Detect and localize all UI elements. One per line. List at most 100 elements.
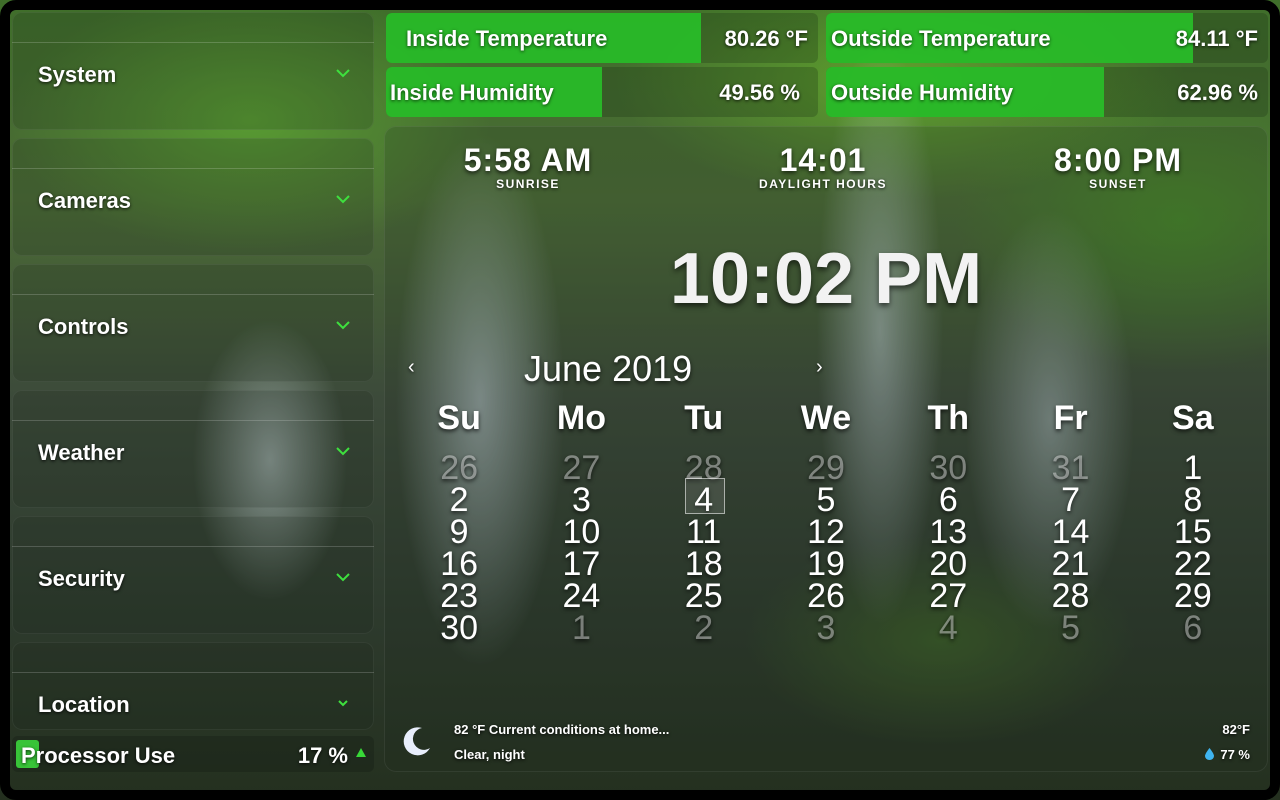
calendar-day[interactable]: 7 (1009, 483, 1131, 517)
calendar-day[interactable]: 11 (643, 515, 765, 549)
calendar-day[interactable]: 17 (520, 547, 642, 581)
sidebar-item-label: Controls (38, 314, 129, 339)
calendar-day[interactable]: 27 (887, 579, 1009, 613)
calendar-day[interactable]: 3 (765, 611, 887, 645)
calendar-day[interactable]: 22 (1132, 547, 1254, 581)
sunrise-block: 5:58 AM SUNRISE (418, 142, 638, 191)
sidebar-item-label: Cameras (38, 188, 131, 213)
calendar-day[interactable]: 10 (520, 515, 642, 549)
sensor-label: Outside Temperature (831, 26, 1051, 51)
moon-icon (400, 724, 434, 758)
calendar-day[interactable]: 3 (520, 483, 642, 517)
divider (12, 546, 374, 547)
outside-humidity-sensor[interactable]: Outside Humidity 62.96 % (826, 67, 1268, 117)
processor-use-bar: Processor Use 17 % (12, 736, 374, 772)
clock-time: 10:02 PM (669, 239, 983, 319)
daylight-block: 14:01 DAYLIGHT HOURS (713, 142, 933, 191)
sidebar-item-controls[interactable]: Controls (12, 264, 374, 382)
calendar-day[interactable]: 31 (1009, 451, 1131, 485)
chevron-down-icon[interactable] (334, 190, 352, 208)
calendar-day[interactable]: 19 (765, 547, 887, 581)
sensor-label: Inside Temperature (406, 26, 608, 51)
calendar-day[interactable]: 24 (520, 579, 642, 613)
calendar-day[interactable]: 30 (887, 451, 1009, 485)
sidebar-item-location[interactable]: Location (12, 642, 374, 730)
calendar-day[interactable]: 2 (643, 611, 765, 645)
sunset-block: 8:00 PM SUNSET (1008, 142, 1228, 191)
calendar-day[interactable]: 6 (1132, 611, 1254, 645)
calendar-day[interactable]: 26 (398, 451, 520, 485)
calendar-day[interactable]: 1 (1132, 451, 1254, 485)
sunset-time: 8:00 PM (1054, 142, 1182, 178)
prev-month-button[interactable]: ‹ (408, 356, 415, 379)
calendar-day[interactable]: 2 (398, 483, 520, 517)
outside-temperature-sensor[interactable]: Outside Temperature 84.11 °F (826, 13, 1268, 63)
calendar-day[interactable]: 27 (520, 451, 642, 485)
calendar-header: ‹ June 2019 › (384, 346, 1268, 390)
trend-up-icon (356, 748, 366, 757)
sidebar-item-cameras[interactable]: Cameras (12, 138, 374, 256)
calendar-day[interactable]: 15 (1132, 515, 1254, 549)
inside-temperature-sensor[interactable]: Inside Temperature 80.26 °F (386, 13, 818, 63)
calendar-day[interactable]: 1 (520, 611, 642, 645)
processor-use-value: 17 % (297, 743, 348, 768)
calendar-day[interactable]: 29 (1132, 579, 1254, 613)
calendar-day[interactable]: 16 (398, 547, 520, 581)
sensor-value: 80.26 °F (724, 26, 808, 51)
divider (12, 168, 374, 169)
calendar-day[interactable]: 29 (765, 451, 887, 485)
weather-bar: 82 °F Current conditions at home... Clea… (384, 710, 1268, 772)
sensor-value: 62.96 % (1177, 80, 1258, 105)
sensor-value: 84.11 °F (1175, 26, 1258, 51)
calendar-day[interactable]: 4 (887, 611, 1009, 645)
daylight-label: DAYLIGHT HOURS (759, 177, 887, 191)
clock-calendar-card: 5:58 AM SUNRISE 14:01 DAYLIGHT HOURS 8:0… (384, 126, 1268, 772)
weekday-header: Su (437, 399, 481, 437)
weekday-header: Mo (556, 399, 606, 437)
weekday-header: We (800, 399, 852, 437)
weekday-header: Fr (1053, 399, 1088, 437)
weekday-header: Tu (684, 399, 724, 437)
calendar-day[interactable]: 5 (1009, 611, 1131, 645)
calendar-day[interactable]: 25 (643, 579, 765, 613)
calendar-day[interactable]: 20 (887, 547, 1009, 581)
chevron-down-icon[interactable] (334, 316, 352, 334)
calendar-day[interactable]: 14 (1009, 515, 1131, 549)
sidebar-item-security[interactable]: Security (12, 516, 374, 634)
chevron-down-icon[interactable] (334, 568, 352, 586)
chevron-down-icon[interactable] (334, 64, 352, 82)
calendar-day[interactable]: 6 (887, 483, 1009, 517)
next-month-button[interactable]: › (816, 356, 823, 379)
processor-use-label: Processor Use (21, 743, 176, 768)
calendar-month-title: June 2019 (524, 348, 693, 389)
divider (12, 42, 374, 43)
calendar-day[interactable]: 13 (887, 515, 1009, 549)
calendar-day[interactable]: 18 (643, 547, 765, 581)
divider (12, 294, 374, 295)
calendar-day[interactable]: 23 (398, 579, 520, 613)
weekday-header: Th (927, 399, 970, 437)
calendar-day[interactable]: 8 (1132, 483, 1254, 517)
sunrise-time: 5:58 AM (463, 142, 593, 178)
inside-humidity-sensor[interactable]: Inside Humidity 49.56 % (386, 67, 818, 117)
calendar-day[interactable]: 30 (398, 611, 520, 645)
sidebar-item-system[interactable]: System (12, 12, 374, 130)
calendar-day[interactable]: 26 (765, 579, 887, 613)
weather-humidity-row: 77 % (1205, 747, 1250, 762)
calendar-day[interactable]: 21 (1009, 547, 1131, 581)
sidebar-item-label: Weather (38, 440, 125, 465)
calendar-day[interactable]: 5 (765, 483, 887, 517)
sidebar-item-label: Security (38, 566, 125, 591)
sidebar-item-weather[interactable]: Weather (12, 390, 374, 508)
chevron-down-icon[interactable] (334, 694, 352, 712)
calendar-day[interactable]: 9 (398, 515, 520, 549)
calendar-day[interactable]: 12 (765, 515, 887, 549)
calendar-day[interactable]: 4 (643, 478, 765, 517)
daylight-hours: 14:01 (779, 142, 867, 178)
sidebar-item-label: System (38, 62, 117, 87)
weather-humidity: 77 % (1220, 747, 1250, 762)
water-drop-icon (1205, 748, 1215, 760)
divider (12, 420, 374, 421)
chevron-down-icon[interactable] (334, 442, 352, 460)
calendar-day[interactable]: 28 (1009, 579, 1131, 613)
